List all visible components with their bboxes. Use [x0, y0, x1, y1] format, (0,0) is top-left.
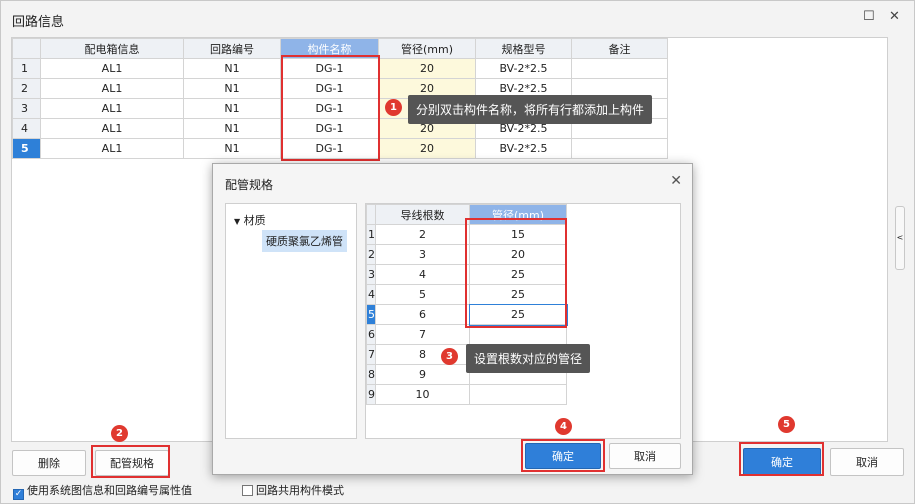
- option-use-system-info[interactable]: ✓ 使用系统图信息和回路编号属性值: [13, 482, 192, 500]
- cell-dialog-pipe-diameter[interactable]: [469, 384, 567, 405]
- header-loop-no[interactable]: 回路编号: [183, 38, 281, 59]
- row-number[interactable]: 1: [12, 58, 41, 79]
- cell-note[interactable]: [571, 58, 668, 79]
- cell-wire-count[interactable]: 9: [375, 364, 470, 385]
- cell-wire-count[interactable]: 7: [375, 324, 470, 345]
- tree-root-label: 材质: [243, 214, 266, 227]
- header-note[interactable]: 备注: [571, 38, 668, 59]
- tree-item-pvc-pipe[interactable]: 硬质聚氯乙烯管: [262, 230, 347, 252]
- dialog-row-number[interactable]: 6: [366, 324, 376, 345]
- checkbox-use-system-info[interactable]: ✓: [13, 489, 24, 500]
- highlight-pipe-diameter-column: [465, 218, 567, 328]
- step-badge-1: 1: [385, 99, 402, 116]
- cell-wire-count[interactable]: 5: [375, 284, 470, 305]
- cancel-button[interactable]: 取消: [830, 448, 904, 476]
- option-use-system-info-label: 使用系统图信息和回路编号属性值: [27, 484, 192, 497]
- row-number[interactable]: 5: [12, 138, 41, 159]
- dialog-row-number[interactable]: 9: [366, 384, 376, 405]
- cell-spec[interactable]: BV-2*2.5: [475, 138, 572, 159]
- cell-loop-no[interactable]: N1: [183, 58, 281, 79]
- header-spec[interactable]: 规格型号: [475, 38, 572, 59]
- window-title: 回路信息: [12, 15, 65, 30]
- material-tree: ▼ 材质 硬质聚氯乙烯管: [225, 203, 357, 439]
- cell-wire-count[interactable]: 10: [375, 384, 470, 405]
- dialog-row-number[interactable]: 7: [366, 344, 376, 365]
- cell-loop-no[interactable]: N1: [183, 138, 281, 159]
- cell-wire-count[interactable]: 4: [375, 264, 470, 285]
- cell-loop-no[interactable]: N1: [183, 98, 281, 119]
- highlight-ok-button: [739, 442, 824, 476]
- option-shared-component[interactable]: 回路共用构件模式: [242, 482, 344, 498]
- checkbox-shared-component[interactable]: [242, 485, 253, 496]
- cell-wire-count[interactable]: 2: [375, 224, 470, 245]
- tooltip-step-3: 设置根数对应的管径: [466, 344, 591, 373]
- cell-pipe-diameter[interactable]: 20: [378, 58, 476, 79]
- cell-pipe-diameter[interactable]: 20: [378, 138, 476, 159]
- cell-box-info[interactable]: AL1: [40, 98, 184, 119]
- dialog-row-number[interactable]: 4: [366, 284, 376, 305]
- close-icon[interactable]: ✕: [889, 9, 900, 24]
- corner-cell: [12, 38, 41, 59]
- header-pipe-diameter[interactable]: 管径(mm): [378, 38, 476, 59]
- cell-box-info[interactable]: AL1: [40, 58, 184, 79]
- step-badge-5: 5: [778, 416, 795, 433]
- cell-spec[interactable]: BV-2*2.5: [475, 58, 572, 79]
- maximize-icon[interactable]: ☐: [863, 9, 875, 24]
- header-wire-count[interactable]: 导线根数: [375, 204, 470, 225]
- pipe-spec-dialog: 配管规格 ✕ ▼ 材质 硬质聚氯乙烯管 导线根数 管径(mm) 1 2 15 2 3 20…: [212, 163, 693, 475]
- cell-box-info[interactable]: AL1: [40, 138, 184, 159]
- tree-root-material[interactable]: ▼ 材质: [234, 212, 266, 228]
- step-badge-4: 4: [555, 418, 572, 435]
- row-number[interactable]: 3: [12, 98, 41, 119]
- cell-note[interactable]: [571, 138, 668, 159]
- cell-loop-no[interactable]: N1: [183, 78, 281, 99]
- cell-box-info[interactable]: AL1: [40, 78, 184, 99]
- dialog-row-number[interactable]: 3: [366, 264, 376, 285]
- dialog-row-number[interactable]: 1: [366, 224, 376, 245]
- dialog-row-number[interactable]: 8: [366, 364, 376, 385]
- highlight-component-column: [281, 55, 380, 161]
- dialog-row-number[interactable]: 5: [366, 304, 376, 325]
- dialog-row-number[interactable]: 2: [366, 244, 376, 265]
- cell-wire-count[interactable]: 6: [375, 304, 470, 325]
- cell-box-info[interactable]: AL1: [40, 118, 184, 139]
- dialog-title: 配管规格: [225, 178, 274, 192]
- step-badge-2: 2: [111, 425, 128, 442]
- dialog-corner-cell: [366, 204, 376, 225]
- tree-expand-icon[interactable]: ▼: [234, 217, 240, 226]
- row-number[interactable]: 4: [12, 118, 41, 139]
- highlight-dialog-ok-button: [521, 439, 605, 472]
- row-number[interactable]: 2: [12, 78, 41, 99]
- side-collapse-tab[interactable]: <: [895, 206, 905, 270]
- dialog-close-icon[interactable]: ✕: [670, 173, 682, 189]
- tooltip-step-1: 分别双击构件名称，将所有行都添加上构件: [408, 95, 653, 124]
- cell-wire-count[interactable]: 3: [375, 244, 470, 265]
- cell-loop-no[interactable]: N1: [183, 118, 281, 139]
- highlight-pipe-spec-button: [91, 445, 170, 478]
- option-shared-component-label: 回路共用构件模式: [256, 484, 344, 497]
- header-box-info[interactable]: 配电箱信息: [40, 38, 184, 59]
- delete-button[interactable]: 删除: [12, 450, 86, 476]
- dialog-table-row[interactable]: 9 10: [366, 384, 567, 405]
- step-badge-3: 3: [441, 348, 458, 365]
- dialog-cancel-button[interactable]: 取消: [609, 443, 681, 469]
